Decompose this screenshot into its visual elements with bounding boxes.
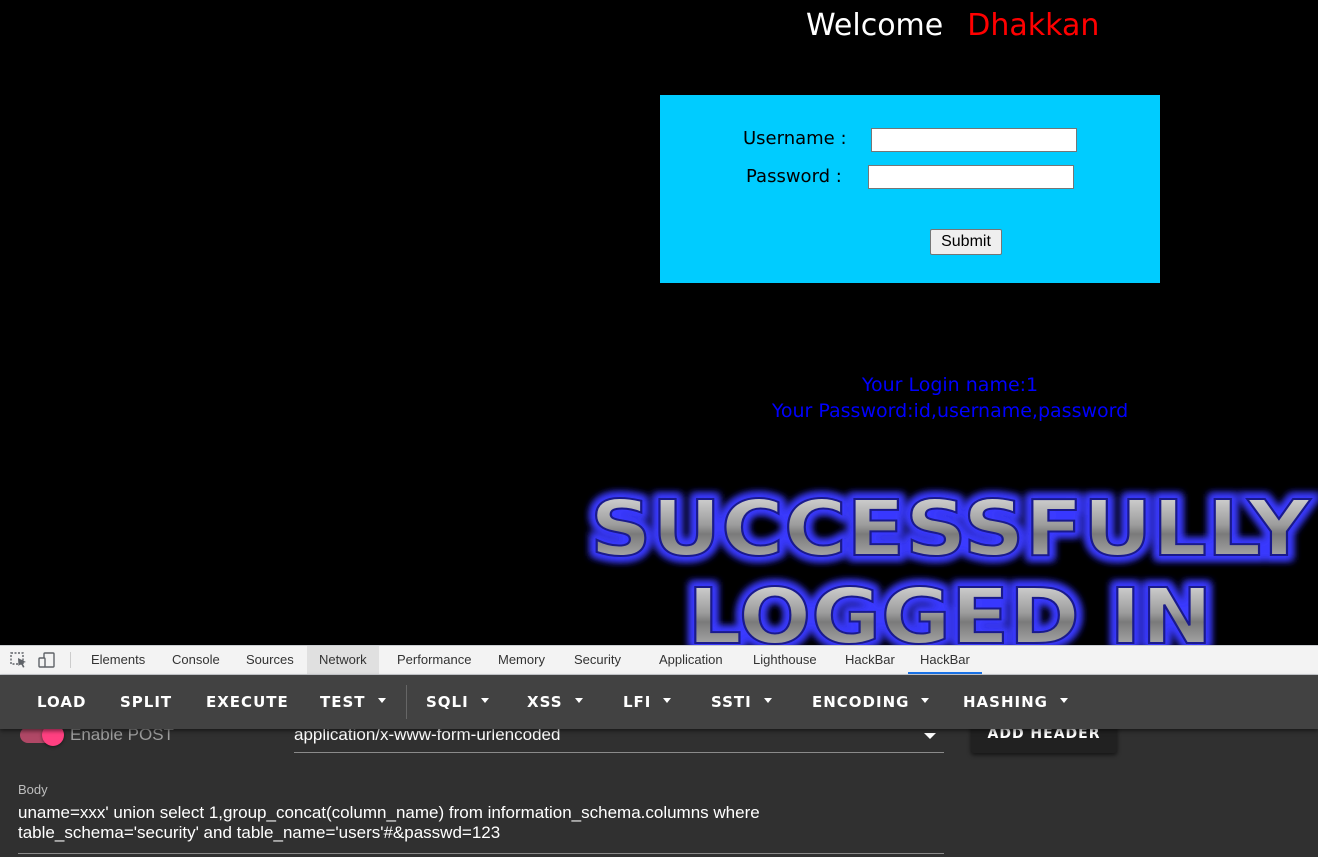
submit-button[interactable]: Submit <box>930 229 1002 255</box>
user-name-text: Dhakkan <box>967 8 1100 43</box>
ssti-menu-button[interactable]: SSTI <box>711 675 772 729</box>
tab-memory[interactable]: Memory <box>490 646 553 674</box>
chevron-down-icon <box>480 698 489 703</box>
execute-button[interactable]: EXECUTE <box>206 675 289 729</box>
xss-menu-button[interactable]: XSS <box>527 675 583 729</box>
password-result: Your Password:id,username,password <box>771 400 1129 422</box>
enable-post-label: Enable POST <box>70 729 174 744</box>
username-input[interactable] <box>871 128 1077 152</box>
welcome-heading: Welcome Dhakkan <box>806 8 1099 43</box>
tab-hackbar[interactable]: HackBar <box>837 646 903 674</box>
chevron-down-icon <box>574 698 583 703</box>
body-value: uname=xxx' union select 1,group_concat(c… <box>18 803 765 842</box>
tab-performance[interactable]: Performance <box>389 646 479 674</box>
tab-elements[interactable]: Elements <box>83 646 153 674</box>
hackbar-panel: Enable POST application/x-www-form-urlen… <box>0 729 1318 857</box>
inspect-element-icon[interactable] <box>10 652 28 668</box>
content-type-select[interactable]: application/x-www-form-urlencoded <box>294 729 944 753</box>
split-button[interactable]: SPLIT <box>120 675 172 729</box>
web-page: Welcome Dhakkan Username : Password : Sub… <box>0 0 1318 645</box>
hashing-menu-button[interactable]: HASHING <box>963 675 1068 729</box>
tab-console[interactable]: Console <box>164 646 228 674</box>
device-toolbar-icon[interactable] <box>38 652 56 668</box>
tab-network[interactable]: Network <box>307 646 379 674</box>
encoding-menu-button[interactable]: ENCODING <box>812 675 930 729</box>
hashing-menu-label: HASHING <box>963 693 1048 711</box>
password-label: Password : <box>746 166 842 187</box>
chevron-down-icon <box>663 698 672 703</box>
enable-post-toggle[interactable] <box>20 729 64 746</box>
xss-menu-label: XSS <box>527 693 563 711</box>
banner-line2: LOGGED IN <box>688 573 1213 645</box>
ssti-menu-label: SSTI <box>711 693 752 711</box>
body-textarea[interactable]: uname=xxx' union select 1,group_concat(c… <box>18 803 944 854</box>
chevron-down-icon <box>921 698 930 703</box>
success-banner-image: SUCCESSFULLY SUCCESSFULLY LOGGED IN LOGG… <box>585 480 1316 645</box>
tab-lighthouse[interactable]: Lighthouse <box>745 646 825 674</box>
toggle-thumb <box>42 729 64 746</box>
content-type-value: application/x-www-form-urlencoded <box>294 729 561 744</box>
body-label: Body <box>18 782 48 797</box>
tab-separator <box>70 652 71 668</box>
login-name-result: Your Login name:1 <box>861 374 1039 396</box>
toolbar-divider <box>406 685 407 719</box>
load-button[interactable]: LOAD <box>37 675 86 729</box>
sqli-menu-label: SQLI <box>426 693 469 711</box>
banner-line1: SUCCESSFULLY <box>590 485 1311 574</box>
chevron-down-icon <box>1059 698 1068 703</box>
tab-hackbar-selected[interactable]: HackBar <box>908 646 982 674</box>
username-label: Username : <box>743 128 847 149</box>
hackbar-toolbar: LOAD SPLIT EXECUTE TEST SQLI XSS LFI SST… <box>0 675 1318 729</box>
password-input[interactable] <box>868 165 1074 189</box>
devtools-tab-bar: Elements Console Sources Network Perform… <box>0 645 1318 675</box>
tab-security[interactable]: Security <box>566 646 629 674</box>
lfi-menu-label: LFI <box>623 693 652 711</box>
welcome-text: Welcome <box>806 8 944 43</box>
add-header-button[interactable]: ADD HEADER <box>971 729 1117 753</box>
lfi-menu-button[interactable]: LFI <box>623 675 672 729</box>
chevron-down-icon <box>763 698 772 703</box>
tab-sources[interactable]: Sources <box>238 646 302 674</box>
login-form: Username : Password : Submit <box>660 95 1160 283</box>
encoding-menu-label: ENCODING <box>812 693 910 711</box>
tab-application[interactable]: Application <box>651 646 731 674</box>
test-menu-button[interactable]: TEST <box>320 675 386 729</box>
sqli-menu-button[interactable]: SQLI <box>426 675 489 729</box>
test-menu-label: TEST <box>320 693 366 711</box>
chevron-down-icon <box>924 733 936 739</box>
chevron-down-icon <box>377 698 386 703</box>
